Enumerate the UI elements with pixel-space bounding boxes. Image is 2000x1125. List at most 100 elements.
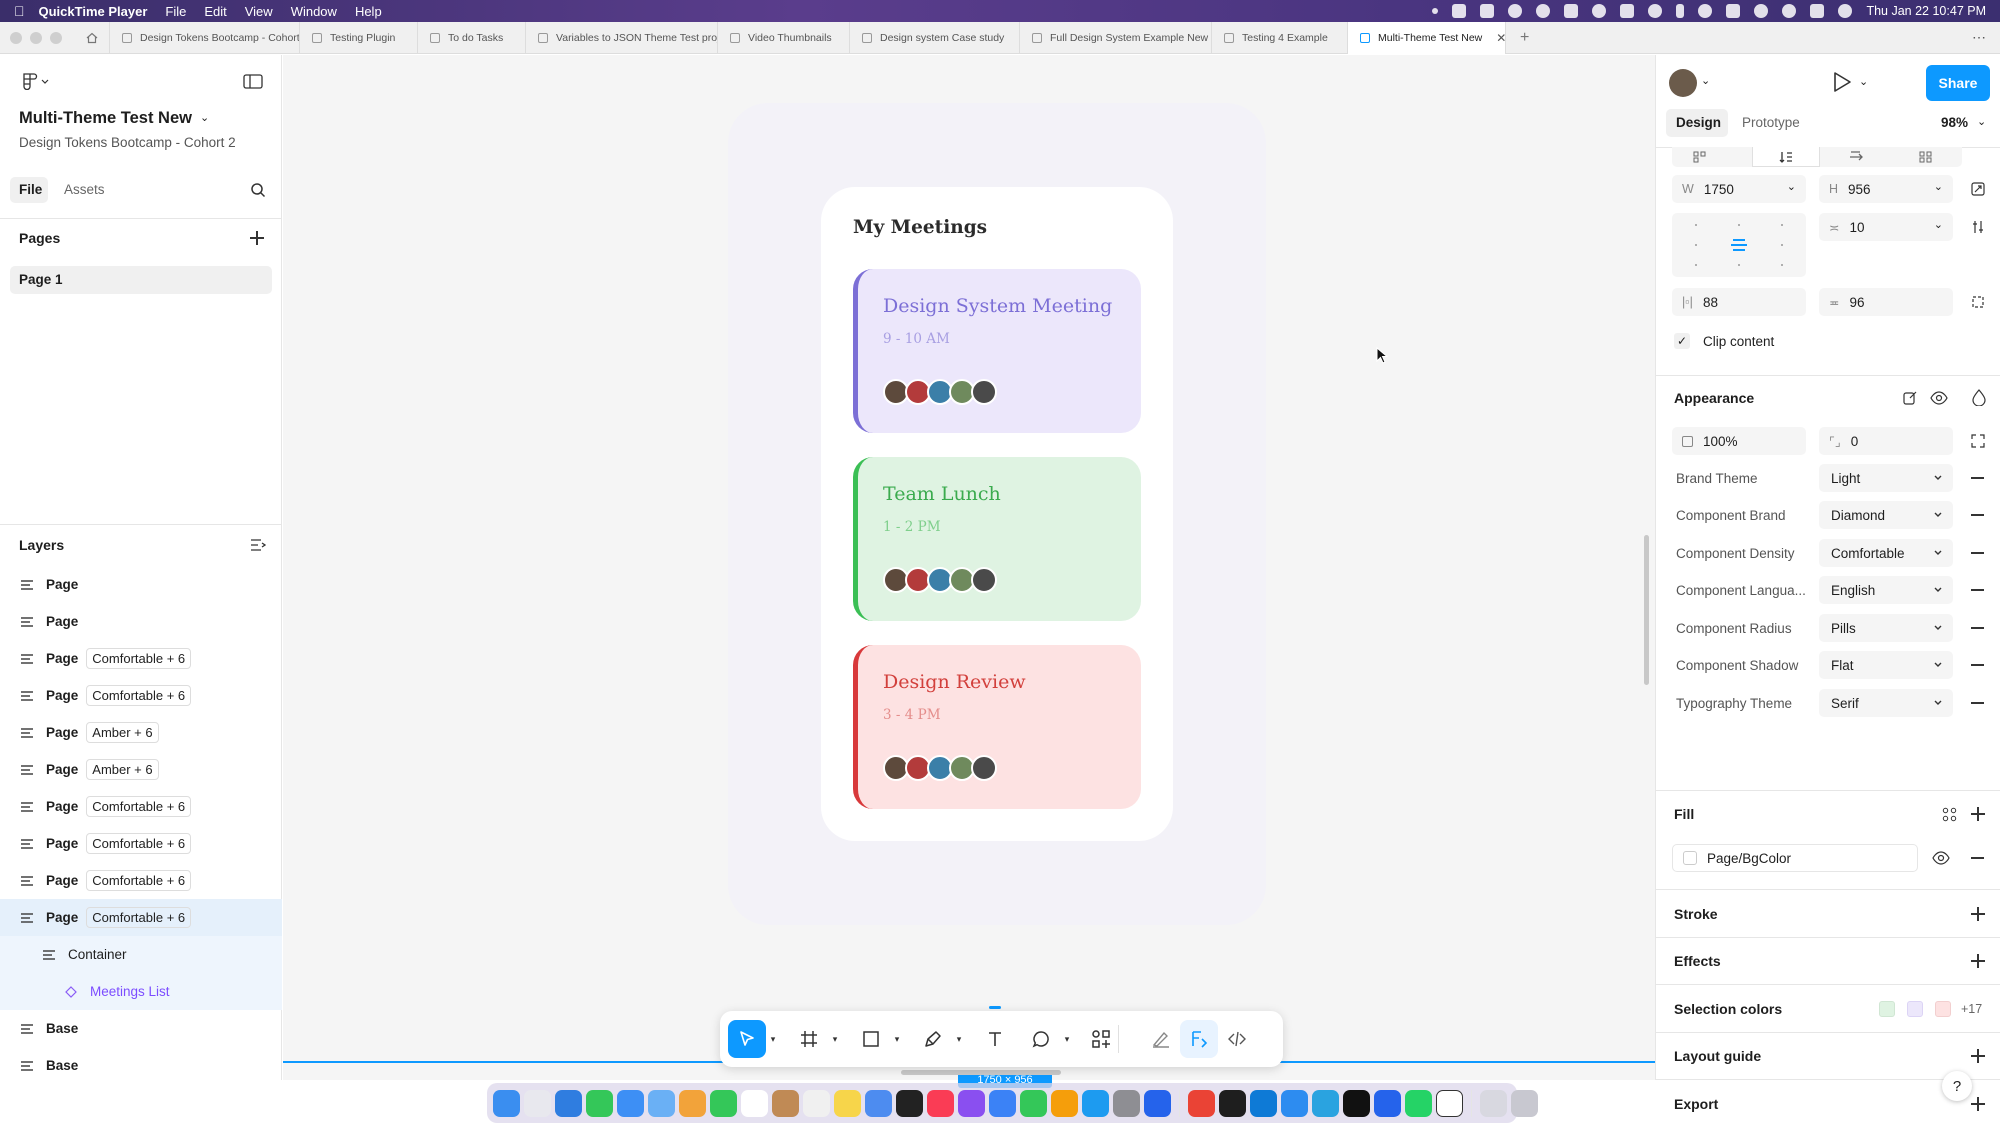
- app-icon[interactable]: [1281, 1089, 1308, 1117]
- remove-variable-mode-icon[interactable]: [1971, 589, 1984, 591]
- file-menu-chevron-icon[interactable]: ⌄: [200, 111, 209, 124]
- comment-tool-button[interactable]: [1022, 1020, 1060, 1058]
- tab-full-design-system[interactable]: Full Design System Example New: [1020, 21, 1212, 54]
- fill-variable-field[interactable]: Page/BgColor: [1672, 844, 1918, 872]
- tab-file[interactable]: File: [19, 182, 42, 197]
- layer-row[interactable]: Page Amber + 6: [0, 714, 282, 751]
- add-layout-guide-icon[interactable]: [1971, 1049, 1985, 1063]
- layer-row[interactable]: Container: [0, 936, 282, 973]
- screenshot-status-icon[interactable]: [1480, 4, 1495, 18]
- music-icon[interactable]: [927, 1089, 954, 1117]
- individual-padding-icon[interactable]: [1971, 295, 1985, 309]
- chrome-status-icon[interactable]: [1592, 4, 1607, 18]
- sync-status-icon[interactable]: [1508, 4, 1523, 18]
- sound-icon[interactable]: [1698, 4, 1713, 18]
- pages-icon[interactable]: [1051, 1089, 1078, 1117]
- mail-icon[interactable]: [617, 1089, 644, 1117]
- selection-colors-more[interactable]: +17: [1961, 1002, 1982, 1016]
- layer-row[interactable]: Meetings List: [0, 973, 282, 1010]
- visibility-eye-icon[interactable]: [1930, 390, 1948, 406]
- home-tab[interactable]: [74, 21, 110, 54]
- menu-edit[interactable]: Edit: [204, 4, 226, 19]
- facetime-icon[interactable]: [710, 1089, 737, 1117]
- zoom-window-button[interactable]: [50, 31, 62, 44]
- reminders-icon[interactable]: [803, 1089, 830, 1117]
- podcasts-icon[interactable]: [958, 1089, 985, 1117]
- search-icon[interactable]: [250, 182, 266, 198]
- gap-field[interactable]: ≍ 10 ⌄: [1819, 213, 1953, 241]
- selection-color-green[interactable]: [1879, 1001, 1895, 1017]
- chevron-down-icon[interactable]: ▾: [952, 1034, 966, 1045]
- layout-settings-icon[interactable]: [1971, 220, 1985, 234]
- tab-prototype[interactable]: Prototype: [1742, 115, 1800, 130]
- tv-icon[interactable]: [896, 1089, 923, 1117]
- chatgpt-icon[interactable]: [1343, 1089, 1370, 1117]
- width-field[interactable]: W 1750 ⌄: [1672, 175, 1806, 203]
- fill-visibility-eye-icon[interactable]: [1932, 850, 1950, 866]
- variable-mode-select[interactable]: Pills: [1819, 614, 1953, 642]
- apple-icon[interactable]: : [14, 3, 25, 19]
- chevron-down-icon[interactable]: ▾: [1060, 1034, 1074, 1045]
- record-status-icon[interactable]: [1620, 4, 1635, 18]
- resources-tool-button[interactable]: [1082, 1020, 1120, 1058]
- keynote-icon[interactable]: [989, 1089, 1016, 1117]
- control-center-icon[interactable]: [1810, 4, 1825, 18]
- messages-icon[interactable]: [586, 1089, 613, 1117]
- clock[interactable]: Thu Jan 22 10:47 PM: [1866, 4, 1986, 18]
- add-effect-icon[interactable]: [1971, 954, 1985, 968]
- variable-mode-select[interactable]: Serif: [1819, 689, 1953, 717]
- trash-icon[interactable]: [1511, 1089, 1538, 1117]
- add-export-icon[interactable]: [1971, 1097, 1985, 1111]
- bluetooth-icon[interactable]: [1676, 4, 1685, 18]
- blend-mode-drop-icon[interactable]: [1972, 389, 1986, 406]
- add-fill-icon[interactable]: [1971, 807, 1985, 821]
- tab-assets[interactable]: Assets: [64, 182, 105, 197]
- layer-row[interactable]: Page Comfortable + 6: [0, 788, 282, 825]
- add-stroke-icon[interactable]: [1971, 907, 1985, 921]
- clip-content-checkbox[interactable]: ✓: [1674, 333, 1690, 349]
- tab-testing-plugin[interactable]: Testing Plugin: [300, 21, 418, 54]
- sidebar-toggle-icon[interactable]: [243, 74, 263, 89]
- menu-help[interactable]: Help: [355, 4, 382, 19]
- iphone-mirroring-icon[interactable]: [1144, 1089, 1171, 1117]
- remove-variable-mode-icon[interactable]: [1971, 702, 1984, 704]
- finder-icon[interactable]: [493, 1089, 520, 1117]
- corner-radius-field[interactable]: ⌜⌟ 0: [1819, 427, 1953, 455]
- design-mode-button[interactable]: [1180, 1020, 1218, 1058]
- tab-design-tokens[interactable]: Design Tokens Bootcamp - Cohort 2: [110, 21, 300, 54]
- tab-video-thumbnails[interactable]: Video Thumbnails: [718, 21, 850, 54]
- meeting-item[interactable]: Team Lunch 1 - 2 PM: [853, 457, 1141, 621]
- vertical-padding-field[interactable]: ≖ 96: [1819, 288, 1953, 316]
- vertical-scrollbar[interactable]: [1644, 535, 1649, 685]
- numbers-icon[interactable]: [1020, 1089, 1047, 1117]
- minimize-window-button[interactable]: [30, 31, 42, 44]
- contacts-icon[interactable]: [772, 1089, 799, 1117]
- wifi-icon[interactable]: [1754, 4, 1769, 18]
- tab-variables-json[interactable]: Variables to JSON Theme Test projec: [526, 21, 718, 54]
- search-icon[interactable]: [1782, 4, 1797, 18]
- chevron-down-icon[interactable]: ▾: [890, 1034, 904, 1045]
- layer-row[interactable]: Page Comfortable + 6: [0, 862, 282, 899]
- calendar-icon[interactable]: [741, 1089, 768, 1117]
- app-store-icon[interactable]: [1082, 1089, 1109, 1117]
- variable-mode-select[interactable]: Diamond: [1819, 501, 1953, 529]
- whatsapp-icon[interactable]: [1405, 1089, 1432, 1117]
- layer-row[interactable]: Base: [0, 1047, 282, 1084]
- meetings-card[interactable]: My Meetings Design System Meeting 9 - 10…: [821, 187, 1173, 841]
- variable-mode-chip[interactable]: Amber + 6: [86, 759, 159, 780]
- page-frame[interactable]: My Meetings Design System Meeting 9 - 10…: [728, 103, 1266, 925]
- layer-row[interactable]: Page: [0, 566, 282, 603]
- remove-fill-icon[interactable]: [1971, 857, 1984, 859]
- tab-testing-4[interactable]: Testing 4 Example: [1212, 21, 1348, 54]
- headphones-status-icon[interactable]: [1648, 4, 1663, 18]
- present-chevron-icon[interactable]: ⌄: [1859, 75, 1868, 88]
- independent-corners-icon[interactable]: [1971, 434, 1985, 448]
- adobe-icon[interactable]: [1726, 4, 1741, 18]
- present-play-icon[interactable]: [1832, 71, 1852, 93]
- help-button[interactable]: ?: [1942, 1071, 1972, 1101]
- freeform-icon[interactable]: [865, 1089, 892, 1117]
- grid-status-icon[interactable]: [1564, 4, 1579, 18]
- layer-row[interactable]: Page Comfortable + 6: [0, 899, 282, 936]
- variable-mode-chip[interactable]: Comfortable + 6: [86, 796, 192, 817]
- frame-tool-button[interactable]: [790, 1020, 828, 1058]
